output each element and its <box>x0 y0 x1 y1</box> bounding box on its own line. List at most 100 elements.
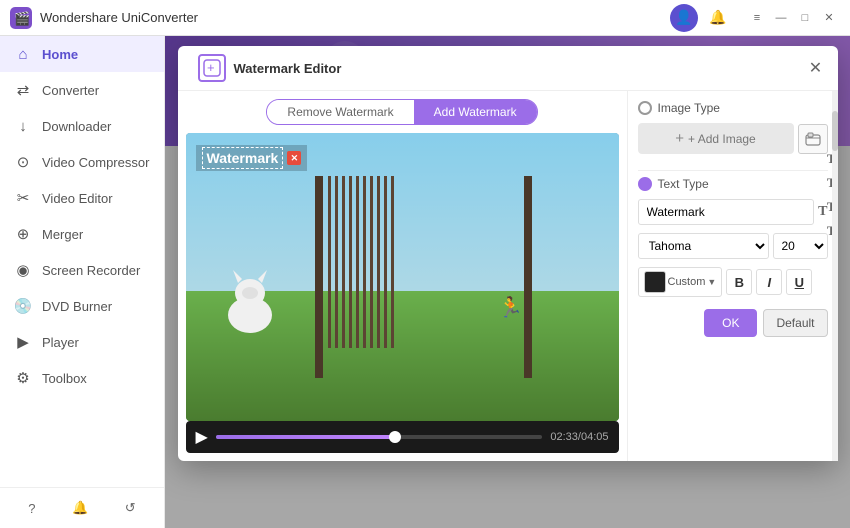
sidebar-item-home[interactable]: ⌂ Home <box>0 36 164 72</box>
sidebar-item-merger[interactable]: ⊕ Merger <box>0 216 164 252</box>
watermark-border: Watermark <box>202 147 284 169</box>
dialog-tab-bar: Remove Watermark Add Watermark <box>266 99 537 125</box>
cat-figure <box>220 265 280 335</box>
home-icon: ⌂ <box>14 45 32 63</box>
ok-button[interactable]: OK <box>704 309 757 337</box>
sidebar-item-label: Video Editor <box>42 191 113 206</box>
watermark-overlay[interactable]: Watermark ✕ <box>196 145 308 171</box>
font-family-select[interactable]: Tahoma Arial Verdana <box>638 233 769 259</box>
dropdown-caret-icon: ▼ <box>707 277 716 287</box>
video-scene: 🏃 Watermark ✕ <box>186 133 619 421</box>
sidebar-item-label: Downloader <box>42 119 111 134</box>
text-type-label: Text Type <box>658 177 709 191</box>
sidebar-item-video-editor[interactable]: ✂ Video Editor <box>0 180 164 216</box>
watermark-editor-dialog: + Watermark Editor ✕ Remove Watermark <box>178 46 838 461</box>
sidebar-notification-btn[interactable]: 🔔 <box>68 496 92 520</box>
minimize-btn[interactable]: — <box>770 7 792 29</box>
sidebar-item-label: DVD Burner <box>42 299 112 314</box>
add-image-button[interactable]: + + Add Image <box>638 123 794 154</box>
video-progress-bar[interactable] <box>216 435 543 439</box>
compressor-icon: ⊙ <box>14 153 32 171</box>
sidebar: ⌂ Home ⇄ Converter ↓ Downloader ⊙ Video … <box>0 36 165 528</box>
play-button[interactable]: ▶ <box>196 427 208 447</box>
dialog-close-btn[interactable]: ✕ <box>806 58 826 78</box>
toolbox-icon: ⚙ <box>14 369 32 387</box>
merger-icon: ⊕ <box>14 225 32 243</box>
add-watermark-btn[interactable]: + <box>198 54 226 82</box>
font-size-select[interactable]: 20 12 14 16 18 24 <box>773 233 828 259</box>
app-logo: 🎬 <box>10 7 32 29</box>
sidebar-item-label: Home <box>42 47 78 62</box>
sidebar-item-converter[interactable]: ⇄ Converter <box>0 72 164 108</box>
text-type-radio[interactable] <box>638 177 652 191</box>
player-icon: ▶ <box>14 333 32 351</box>
sidebar-item-screen-recorder[interactable]: ◉ Screen Recorder <box>0 252 164 288</box>
video-controls: ▶ 02:33/04:05 <box>186 421 619 453</box>
image-type-label: Image Type <box>658 101 720 115</box>
sidebar-feedback-btn[interactable]: ↺ <box>121 496 140 520</box>
main-layout: ⌂ Home ⇄ Converter ↓ Downloader ⊙ Video … <box>0 36 850 528</box>
sidebar-item-label: Video Compressor <box>42 155 149 170</box>
color-picker-dropdown[interactable]: Custom ▼ <box>638 267 723 297</box>
video-area: 🏃 Watermark ✕ <box>186 133 619 421</box>
scroll-track <box>832 91 838 461</box>
converter-icon: ⇄ <box>14 81 32 99</box>
dialog-body: Remove Watermark Add Watermark <box>178 91 838 461</box>
watermark-text: Watermark <box>207 150 279 166</box>
dialog-tabs: Remove Watermark Add Watermark <box>178 91 627 133</box>
color-label: Custom <box>668 276 706 288</box>
title-bar-controls: 👤 🔔 ≡ — □ ✕ <box>670 4 840 32</box>
image-type-radio[interactable] <box>638 101 652 115</box>
progress-thumb <box>389 431 401 443</box>
maximize-btn[interactable]: □ <box>794 7 816 29</box>
hamburger-btn[interactable]: ≡ <box>746 7 768 29</box>
editor-icon: ✂ <box>14 189 32 207</box>
content-area: ☆ 🎵 Wondershare UniConverter 13 + <box>165 36 850 528</box>
dialog-header: + Watermark Editor ✕ <box>178 46 838 91</box>
sidebar-help-btn[interactable]: ? <box>24 496 39 520</box>
sidebar-item-video-compressor[interactable]: ⊙ Video Compressor <box>0 144 164 180</box>
tab-add-watermark[interactable]: Add Watermark <box>414 100 537 124</box>
dvd-burner-icon: 💿 <box>14 297 32 315</box>
sidebar-item-label: Converter <box>42 83 99 98</box>
dialog-title: Watermark Editor <box>234 61 342 76</box>
watermark-text-input[interactable] <box>638 199 815 225</box>
sidebar-item-player[interactable]: ▶ Player <box>0 324 164 360</box>
svg-text:+: + <box>207 60 215 75</box>
sidebar-bottom: ? 🔔 ↺ <box>0 487 164 528</box>
sidebar-item-label: Screen Recorder <box>42 263 140 278</box>
divider-1 <box>638 170 828 171</box>
text-type-row: Text Type <box>638 177 828 191</box>
sidebar-item-dvd-burner[interactable]: 💿 DVD Burner <box>0 288 164 324</box>
video-time: 02:33/04:05 <box>550 431 608 443</box>
app-title: Wondershare UniConverter <box>40 10 670 25</box>
dialog-action-row: OK Default <box>638 309 828 337</box>
dialog-overlay: + Watermark Editor ✕ Remove Watermark <box>165 36 850 528</box>
font-settings-row: Tahoma Arial Verdana 20 12 14 16 18 24 <box>638 233 828 259</box>
sidebar-item-label: Merger <box>42 227 83 242</box>
dialog-left-panel: Remove Watermark Add Watermark <box>178 91 628 461</box>
bold-btn[interactable]: B <box>726 269 752 295</box>
color-swatch <box>644 271 666 293</box>
notification-icon[interactable]: 🔔 <box>704 4 732 32</box>
default-button[interactable]: Default <box>763 309 827 337</box>
downloader-icon: ↓ <box>14 117 32 135</box>
italic-btn[interactable]: I <box>756 269 782 295</box>
tab-remove-watermark[interactable]: Remove Watermark <box>267 100 413 124</box>
sidebar-item-label: Toolbox <box>42 371 87 386</box>
scroll-thumb[interactable] <box>832 111 838 151</box>
title-bar: 🎬 Wondershare UniConverter 👤 🔔 ≡ — □ ✕ <box>0 0 850 36</box>
image-type-row: Image Type <box>638 101 828 115</box>
svg-text:🎬: 🎬 <box>14 11 30 26</box>
underline-btn[interactable]: U <box>786 269 812 295</box>
screen-recorder-icon: ◉ <box>14 261 32 279</box>
user-icon[interactable]: 👤 <box>670 4 698 32</box>
dialog-right-panel: Image Type + + Add Image <box>628 91 838 461</box>
file-browse-btn[interactable] <box>798 124 828 154</box>
sidebar-item-downloader[interactable]: ↓ Downloader <box>0 108 164 144</box>
watermark-text-input-row: T <box>638 199 828 225</box>
watermark-delete-btn[interactable]: ✕ <box>287 151 301 165</box>
sidebar-item-toolbox[interactable]: ⚙ Toolbox <box>0 360 164 396</box>
sidebar-item-label: Player <box>42 335 79 350</box>
close-btn[interactable]: ✕ <box>818 7 840 29</box>
